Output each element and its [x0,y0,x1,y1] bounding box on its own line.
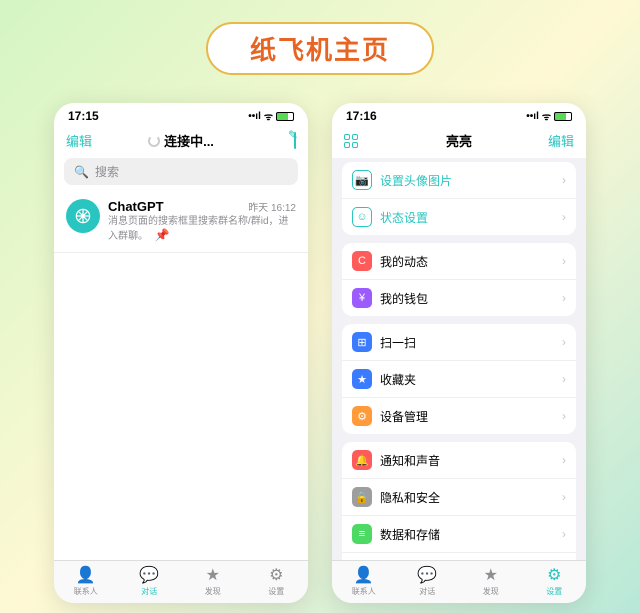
row-label: 我的动态 [380,253,554,270]
gear-icon: ⚙ [269,565,283,585]
settings-row[interactable]: 📷 设置头像图片 › [342,162,576,199]
row-icon: ≡ [352,524,372,544]
status-bar: 17:16 ••ıl ᯤ [332,103,586,125]
phone-settings: 17:16 ••ıl ᯤ 亮亮 编辑 📷设置头像图片›☺状态设置›C我的动态›¥… [332,103,586,603]
avatar [66,199,100,233]
chevron-right-icon: › [562,409,566,423]
settings-row[interactable]: ☺ 状态设置 › [342,199,576,235]
settings-row[interactable]: ◐外观› [342,553,576,560]
row-icon: 🔒 [352,487,372,507]
compose-icon[interactable] [294,132,296,149]
row-label: 通知和声音 [380,452,554,469]
chat-icon: 💬 [139,565,159,585]
settings-row[interactable]: C 我的动态 › [342,243,576,280]
wifi-icon: ᯤ [264,109,273,123]
chat-icon: 💬 [417,565,437,585]
chevron-right-icon: › [562,254,566,268]
nav-title: 连接中... [148,131,214,150]
edit-button[interactable]: 编辑 [66,131,98,150]
tab-discover[interactable]: ★发现 [181,565,245,597]
battery-icon [276,112,294,121]
row-label: 隐私和安全 [380,489,554,506]
tab-bar: 👤联系人 💬对话 ★发现 ⚙设置 [332,560,586,603]
status-bar: 17:15 ••ıl ᯤ [54,103,308,125]
settings-row[interactable]: 🔒 隐私和安全 › [342,479,576,516]
gear-icon: ⚙ [547,565,561,585]
contact-icon: 👤 [76,565,96,585]
chat-time: 昨天 16:12 [248,199,296,214]
row-icon: ⚙ [352,406,372,426]
chevron-right-icon: › [562,453,566,467]
chevron-right-icon: › [562,335,566,349]
row-label: 我的钱包 [380,290,554,307]
tab-discover[interactable]: ★发现 [459,565,523,597]
search-input[interactable]: 🔍 搜索 [64,158,298,185]
settings-row[interactable]: ⊞ 扫一扫 › [342,324,576,361]
settings-row[interactable]: ≡ 数据和存储 › [342,516,576,553]
row-icon: 📷 [352,170,372,190]
tab-bar: 👤联系人 💬对话 ★发现 ⚙设置 [54,560,308,603]
row-icon: ¥ [352,288,372,308]
row-icon: C [352,251,372,271]
chevron-right-icon: › [562,490,566,504]
tab-chats[interactable]: 💬对话 [118,565,182,597]
battery-icon [554,112,572,121]
chevron-right-icon: › [562,527,566,541]
phone-chats: 17:15 ••ıl ᯤ 编辑 连接中... 🔍 搜索 [54,103,308,603]
tab-contacts[interactable]: 👤联系人 [54,565,118,597]
pin-icon: 📌 [155,228,170,242]
signal-icon: ••ıl [526,111,539,122]
nav-bar: 亮亮 编辑 [332,125,586,158]
nav-title: 亮亮 [446,131,472,150]
chat-row[interactable]: ChatGPT 昨天 16:12 消息页面的搜索框里搜索群名称/群id，进入群聊… [54,191,308,253]
contact-icon: 👤 [354,565,374,585]
nav-bar: 编辑 连接中... [54,125,308,158]
status-time: 17:15 [68,109,99,123]
chat-name: ChatGPT [108,199,164,214]
tab-settings[interactable]: ⚙设置 [245,565,309,597]
row-icon: ⊞ [352,332,372,352]
star-icon: ★ [484,565,498,585]
tab-settings[interactable]: ⚙设置 [523,565,587,597]
row-label: 扫一扫 [380,334,554,351]
chevron-right-icon: › [562,372,566,386]
tab-chats[interactable]: 💬对话 [396,565,460,597]
settings-row[interactable]: ★ 收藏夹 › [342,361,576,398]
row-icon: ★ [352,369,372,389]
row-label: 收藏夹 [380,371,554,388]
edit-button[interactable]: 编辑 [542,131,574,150]
signal-icon: ••ıl [248,111,261,122]
star-icon: ★ [206,565,220,585]
grid-icon [344,134,376,148]
tab-contacts[interactable]: 👤联系人 [332,565,396,597]
page-title: 纸飞机主页 [206,22,434,75]
chevron-right-icon: › [562,173,566,187]
row-label: 数据和存储 [380,526,554,543]
settings-row[interactable]: 🔔 通知和声音 › [342,442,576,479]
chat-message: 消息页面的搜索框里搜索群名称/群id，进入群聊。 📌 [108,215,296,244]
row-icon: ☺ [352,207,372,227]
chevron-right-icon: › [562,291,566,305]
settings-row[interactable]: ¥ 我的钱包 › [342,280,576,316]
row-label: 设置头像图片 [380,172,554,189]
row-label: 设备管理 [380,408,554,425]
chevron-right-icon: › [562,210,566,224]
settings-list: 📷 设置头像图片 › ☺ 状态设置 › C 我的动态 › ¥ 我的钱包 › ⊞ 扫一扫 › ★ 收藏夹 › ⚙ 设备管… [332,158,586,560]
spinner-icon [148,135,160,147]
settings-row[interactable]: ⚙ 设备管理 › [342,398,576,434]
row-label: 状态设置 [380,209,554,226]
status-time: 17:16 [346,109,377,123]
grid-button[interactable] [344,134,376,148]
row-icon: 🔔 [352,450,372,470]
wifi-icon: ᯤ [542,109,551,123]
search-icon: 🔍 [74,165,89,179]
